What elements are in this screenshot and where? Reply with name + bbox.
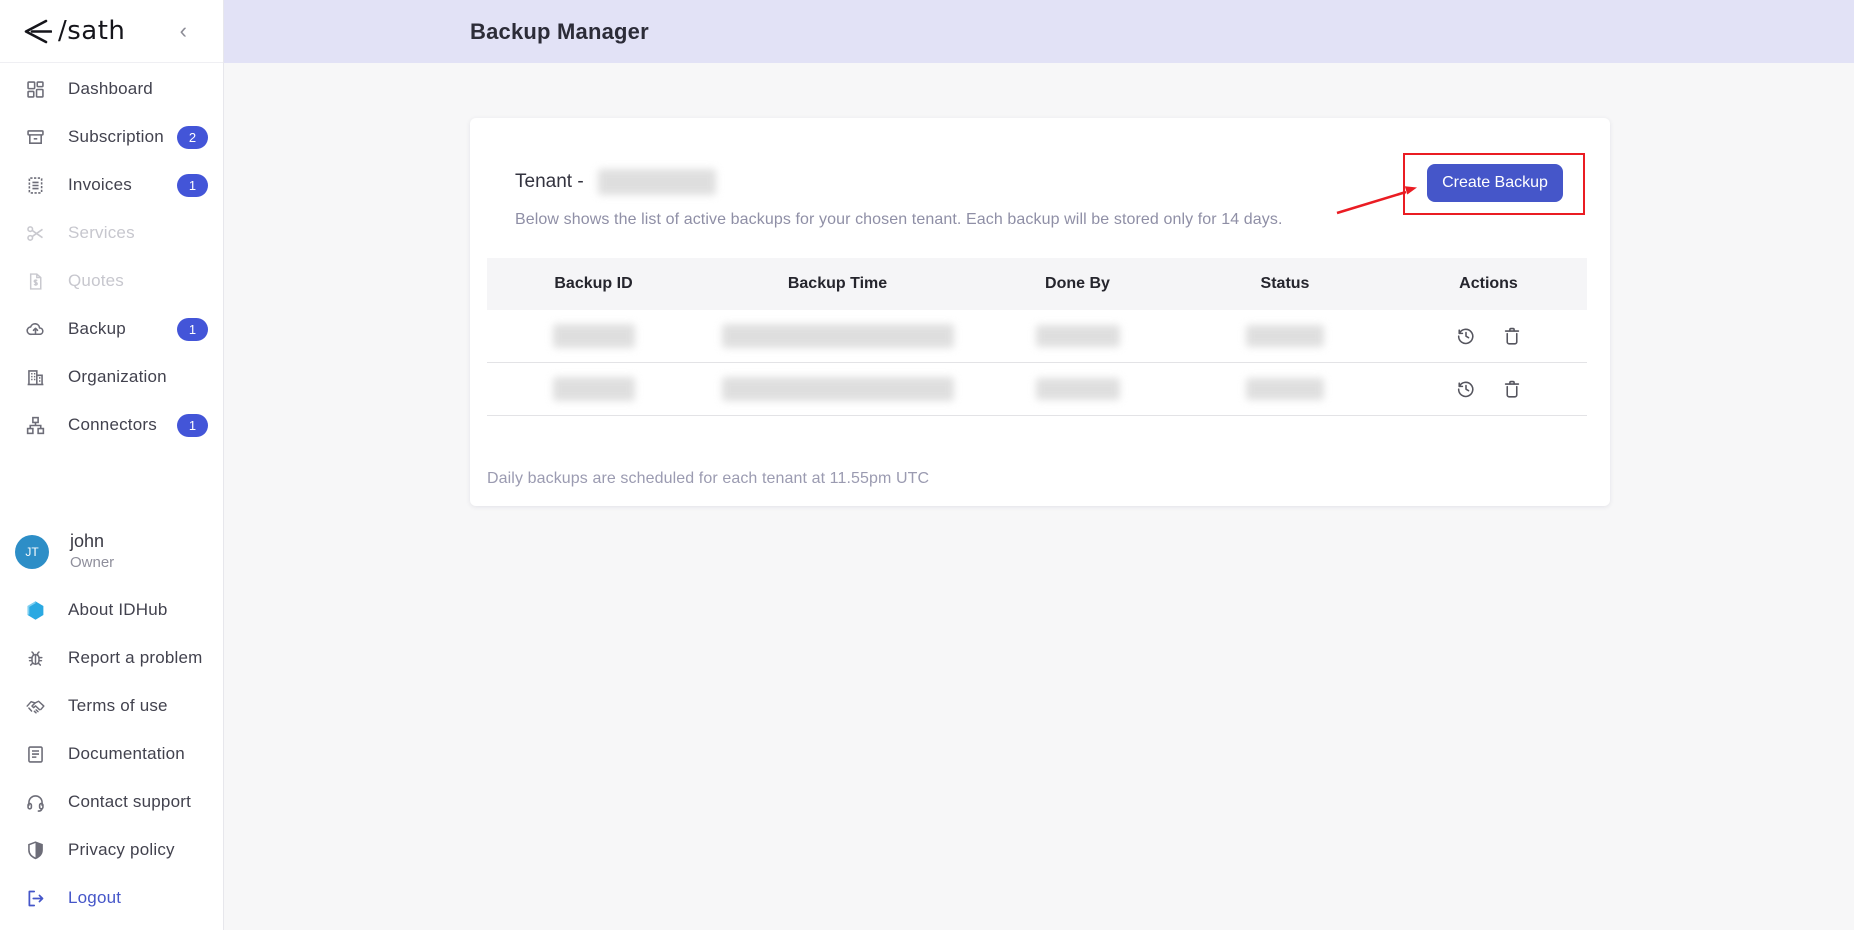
backup-time-redacted [722, 324, 954, 348]
sidebar-item-privacy-policy[interactable]: Privacy policy [0, 826, 223, 874]
table-row [487, 363, 1587, 416]
sidebar-item-terms-of-use[interactable]: Terms of use [0, 682, 223, 730]
sidebar-header: /sath ‹ [0, 0, 223, 63]
sidebar: /sath ‹ Dashboard [0, 0, 224, 930]
status-redacted [1246, 325, 1324, 347]
sidebar-item-invoices[interactable]: Invoices 1 [0, 161, 223, 209]
app-screen: /sath ‹ Dashboard [0, 0, 1854, 930]
user-profile[interactable]: JT john Owner [0, 531, 223, 572]
restore-history-icon [1455, 325, 1477, 347]
annotation-arrow-icon [1330, 181, 1424, 221]
sidebar-item-report-problem[interactable]: Report a problem [0, 634, 223, 682]
sidebar-item-connectors[interactable]: Connectors 1 [0, 401, 223, 449]
sidebar-item-label: Invoices [68, 175, 132, 195]
tenant-row: Tenant - [515, 168, 716, 196]
sidebar-item-services: Services [0, 209, 223, 257]
hexagon-idhub-icon [25, 600, 46, 621]
sidebar-item-about-idhub[interactable]: About IDHub [0, 586, 223, 634]
trash-icon [1501, 378, 1523, 400]
invoices-badge: 1 [177, 174, 208, 197]
trash-icon [1501, 325, 1523, 347]
cloud-upload-icon [25, 319, 46, 340]
column-header-backup-time: Backup Time [700, 275, 975, 293]
card-description: Below shows the list of active backups f… [515, 211, 1283, 229]
shield-icon [25, 840, 46, 861]
invoices-icon [25, 175, 46, 196]
sidebar-item-subscription[interactable]: Subscription 2 [0, 113, 223, 161]
headset-icon [25, 792, 46, 813]
sidebar-item-label: Connectors [68, 415, 157, 435]
sidebar-nav: Dashboard Subscription 2 In [0, 65, 223, 449]
backup-badge: 1 [177, 318, 208, 341]
quote-file-icon [25, 271, 46, 292]
user-name: john [70, 531, 114, 553]
avatar: JT [15, 535, 49, 569]
sidebar-item-label: Documentation [68, 744, 185, 764]
table-header-row: Backup ID Backup Time Done By Status Act… [487, 258, 1587, 310]
restore-history-icon [1455, 378, 1477, 400]
delete-backup-button[interactable] [1501, 325, 1523, 347]
done-by-redacted [1036, 378, 1120, 400]
brand-text: /sath [58, 16, 125, 46]
column-header-status: Status [1180, 275, 1390, 293]
sidebar-item-label: Logout [68, 888, 121, 908]
backup-id-redacted [553, 324, 635, 348]
bug-icon [25, 648, 46, 669]
sidebar-item-label: Dashboard [68, 79, 153, 99]
document-icon [25, 744, 46, 765]
sitemap-icon [25, 415, 46, 436]
sidebar-item-organization[interactable]: Organization [0, 353, 223, 401]
backup-time-redacted [722, 377, 954, 401]
page-title: Backup Manager [470, 19, 649, 45]
table-row [487, 310, 1587, 363]
chevron-left-icon: ‹ [180, 18, 187, 43]
dashboard-icon [25, 79, 46, 100]
sidebar-footer-nav: About IDHub Report a problem [0, 586, 223, 922]
column-header-done-by: Done By [975, 275, 1180, 293]
sidebar-item-label: Services [68, 223, 135, 243]
column-header-backup-id: Backup ID [487, 275, 700, 293]
sidebar-item-documentation[interactable]: Documentation [0, 730, 223, 778]
sidebar-item-label: Terms of use [68, 696, 168, 716]
sidebar-item-label: Organization [68, 367, 167, 387]
delete-backup-button[interactable] [1501, 378, 1523, 400]
sidebar-item-label: About IDHub [68, 600, 168, 620]
status-redacted [1246, 378, 1324, 400]
sidebar-item-dashboard[interactable]: Dashboard [0, 65, 223, 113]
sath-logo-mark-icon [18, 16, 52, 46]
done-by-redacted [1036, 325, 1120, 347]
backup-id-redacted [553, 377, 635, 401]
topbar: Backup Manager [224, 0, 1854, 63]
column-header-actions: Actions [1390, 275, 1587, 293]
sidebar-item-label: Contact support [68, 792, 191, 812]
connectors-badge: 1 [177, 414, 208, 437]
tenant-value-redacted [598, 169, 716, 195]
sidebar-item-label: Backup [68, 319, 126, 339]
sidebar-item-label: Privacy policy [68, 840, 175, 860]
tenant-label: Tenant - [515, 171, 584, 193]
sidebar-item-quotes: Quotes [0, 257, 223, 305]
collapse-sidebar-button[interactable]: ‹ [180, 20, 187, 42]
sidebar-item-label: Subscription [68, 127, 164, 147]
building-icon [25, 367, 46, 388]
user-role: Owner [70, 553, 114, 573]
sidebar-item-label: Report a problem [68, 648, 203, 668]
backup-table: Backup ID Backup Time Done By Status Act… [487, 258, 1587, 416]
subscription-badge: 2 [177, 126, 208, 149]
handshake-icon [25, 696, 46, 717]
sidebar-item-contact-support[interactable]: Contact support [0, 778, 223, 826]
restore-backup-button[interactable] [1455, 325, 1477, 347]
sidebar-item-backup[interactable]: Backup 1 [0, 305, 223, 353]
sath-logo: /sath [18, 16, 125, 46]
backup-card: Tenant - Below shows the list of active … [470, 118, 1610, 506]
logout-icon [25, 888, 46, 909]
schedule-note: Daily backups are scheduled for each ten… [487, 470, 929, 488]
restore-backup-button[interactable] [1455, 378, 1477, 400]
create-backup-button[interactable]: Create Backup [1427, 164, 1563, 202]
content-area: Tenant - Below shows the list of active … [224, 63, 1854, 930]
scissors-icon [25, 223, 46, 244]
sidebar-item-label: Quotes [68, 271, 124, 291]
sidebar-item-logout[interactable]: Logout [0, 874, 223, 922]
subscription-icon [25, 127, 46, 148]
